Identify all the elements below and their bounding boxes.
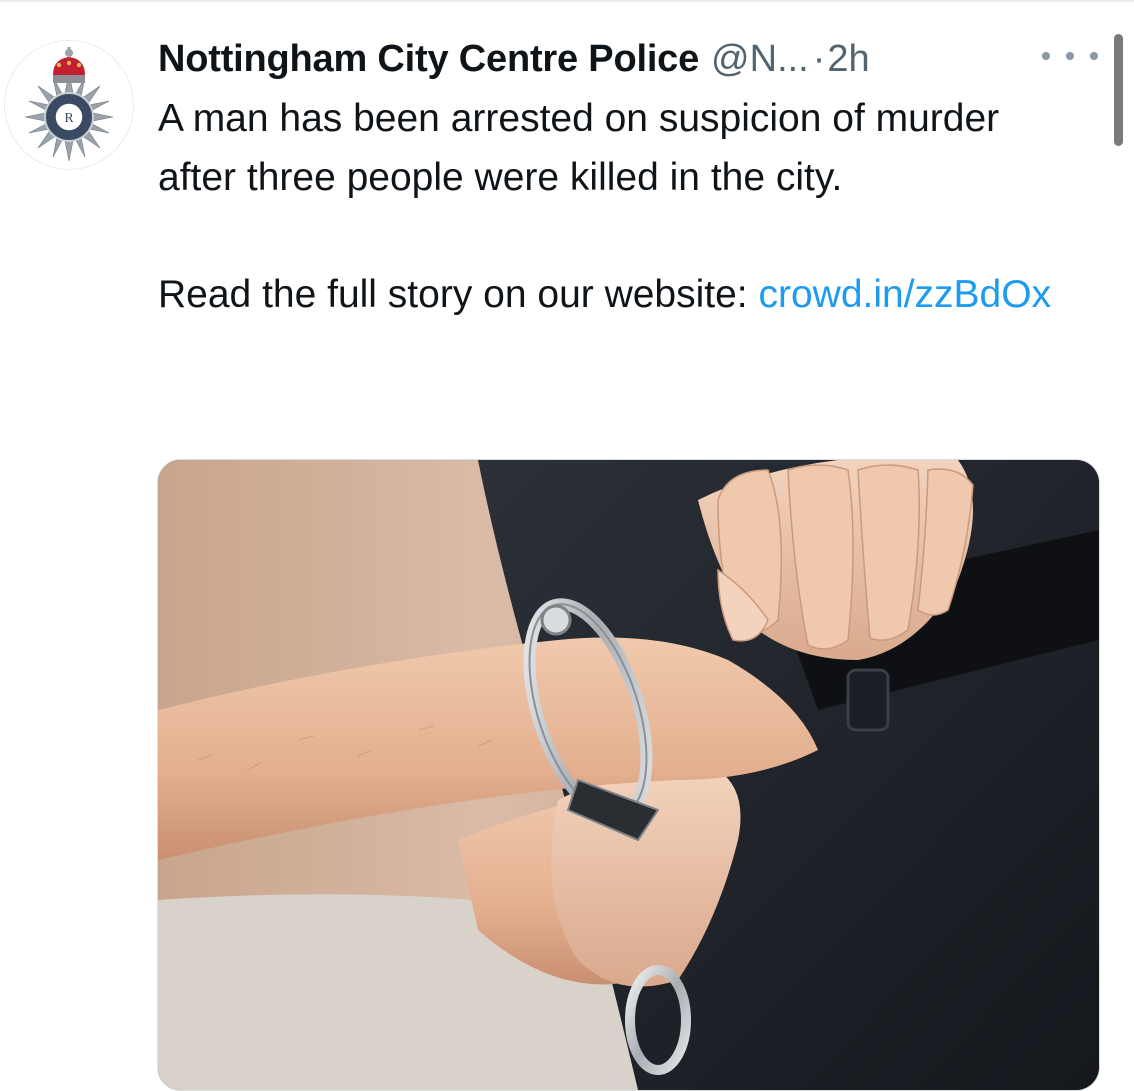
tweet-header: Nottingham City Centre Police @N... · 2h xyxy=(158,34,870,84)
tweet-text-paragraph-1: A man has been arrested on suspicion of … xyxy=(158,97,1000,199)
tweet-text: A man has been arrested on suspicion of … xyxy=(158,90,1058,324)
scrollbar[interactable] xyxy=(1114,34,1123,146)
tweet[interactable]: R Nottingham City Centre Police @N... · … xyxy=(0,0,1134,1091)
handle[interactable]: @N... xyxy=(711,38,809,81)
police-crest-icon: R xyxy=(24,47,114,162)
handcuffs-arrest-photo xyxy=(158,460,1099,1090)
tweet-media-image[interactable] xyxy=(157,459,1100,1091)
timestamp[interactable]: 2h xyxy=(827,38,869,81)
avatar[interactable]: R xyxy=(4,40,134,170)
separator-dot: · xyxy=(812,37,826,80)
more-dot xyxy=(1042,52,1050,60)
story-link[interactable]: crowd.in/zzBdOx xyxy=(758,273,1051,316)
display-name[interactable]: Nottingham City Centre Police xyxy=(158,38,699,81)
link-prefix-text: Read the full story on our website: xyxy=(158,272,759,316)
more-dot xyxy=(1090,52,1098,60)
svg-text:R: R xyxy=(64,111,74,126)
more-dot xyxy=(1066,52,1074,60)
tweet-text-paragraph-2: Read the full story on our website: crow… xyxy=(158,266,1058,325)
more-options-icon[interactable] xyxy=(1042,44,1098,68)
